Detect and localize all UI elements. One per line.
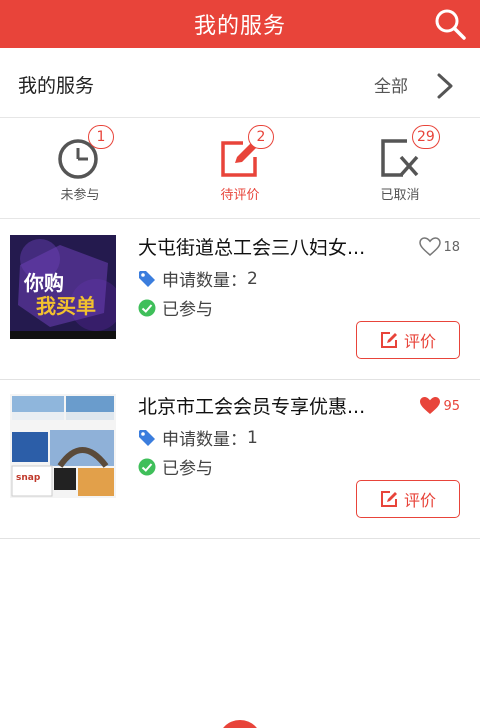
rate-button[interactable]: 评价 xyxy=(356,321,460,359)
tag-icon xyxy=(139,270,155,287)
participation-status-row: 已参与 xyxy=(138,454,213,479)
tab-cancelled[interactable]: 29 已取消 xyxy=(320,119,480,218)
check-circle-icon xyxy=(138,299,156,316)
edit-icon xyxy=(380,332,397,348)
list-item[interactable]: snap 北京市工会会员专享优惠... 95 申请数量： 1 已参与 评价 xyxy=(0,380,480,538)
event-thumbnail: 你购 我买单 xyxy=(10,235,116,339)
to-review-count-badge: 2 xyxy=(248,125,274,149)
svg-text:你购: 你购 xyxy=(23,271,64,295)
apply-count-value: 1 xyxy=(247,427,258,448)
apply-count-value: 2 xyxy=(247,268,258,289)
rate-button[interactable]: 评价 xyxy=(356,480,460,518)
heart-filled-icon[interactable] xyxy=(419,396,441,416)
list-item[interactable]: 你购 我买单 大屯街道总工会三八妇女... 18 申请数量： 2 已参与 评价 xyxy=(0,221,480,379)
svg-text:snap: snap xyxy=(16,473,41,483)
check-circle-icon xyxy=(138,458,156,475)
apply-count-label: 申请数量： xyxy=(162,430,247,450)
status-tabs: 1 未参与 2 待评价 29 已取消 xyxy=(0,119,480,219)
like-count: 95 xyxy=(443,398,460,414)
edit-icon xyxy=(380,491,397,507)
tab-not-joined[interactable]: 1 未参与 xyxy=(0,119,160,218)
rate-button-label: 评价 xyxy=(403,491,436,510)
status-text: 已参与 xyxy=(162,300,213,320)
heart-outline-icon[interactable] xyxy=(419,237,442,257)
status-text: 已参与 xyxy=(162,459,213,479)
tab-to-review[interactable]: 2 待评价 xyxy=(160,119,320,218)
search-icon[interactable] xyxy=(432,6,468,42)
app-header: 我的服务 xyxy=(0,0,480,48)
apply-count-label: 申请数量： xyxy=(162,271,247,291)
participation-status-row: 已参与 xyxy=(138,295,213,320)
like-toggle[interactable]: 18 xyxy=(419,237,460,257)
event-thumbnail: snap xyxy=(10,394,116,498)
not-joined-count-badge: 1 xyxy=(88,125,114,149)
item-title[interactable]: 北京市工会会员专享优惠... xyxy=(138,392,396,419)
apply-count-row: 申请数量： 2 xyxy=(138,266,258,291)
page-title: 我的服务 xyxy=(193,14,286,39)
tab-label: 已取消 xyxy=(380,188,420,203)
section-title: 我的服务 xyxy=(18,75,95,97)
floating-action-button[interactable] xyxy=(218,720,262,728)
view-all-link[interactable]: 全部 xyxy=(374,72,408,97)
item-divider xyxy=(0,538,480,539)
tag-icon xyxy=(139,429,155,446)
like-count: 18 xyxy=(443,239,460,255)
item-title[interactable]: 大屯街道总工会三八妇女... xyxy=(138,233,396,260)
tab-label: 待评价 xyxy=(220,188,260,203)
svg-text:我买单: 我买单 xyxy=(36,294,96,318)
cancelled-count-badge: 29 xyxy=(412,125,440,149)
chevron-right-icon[interactable] xyxy=(434,71,456,101)
apply-count-row: 申请数量： 1 xyxy=(138,425,258,450)
like-toggle[interactable]: 95 xyxy=(419,396,460,416)
my-services-row[interactable]: 我的服务 全部 xyxy=(0,52,480,118)
rate-button-label: 评价 xyxy=(403,332,436,351)
tab-label: 未参与 xyxy=(60,188,100,203)
